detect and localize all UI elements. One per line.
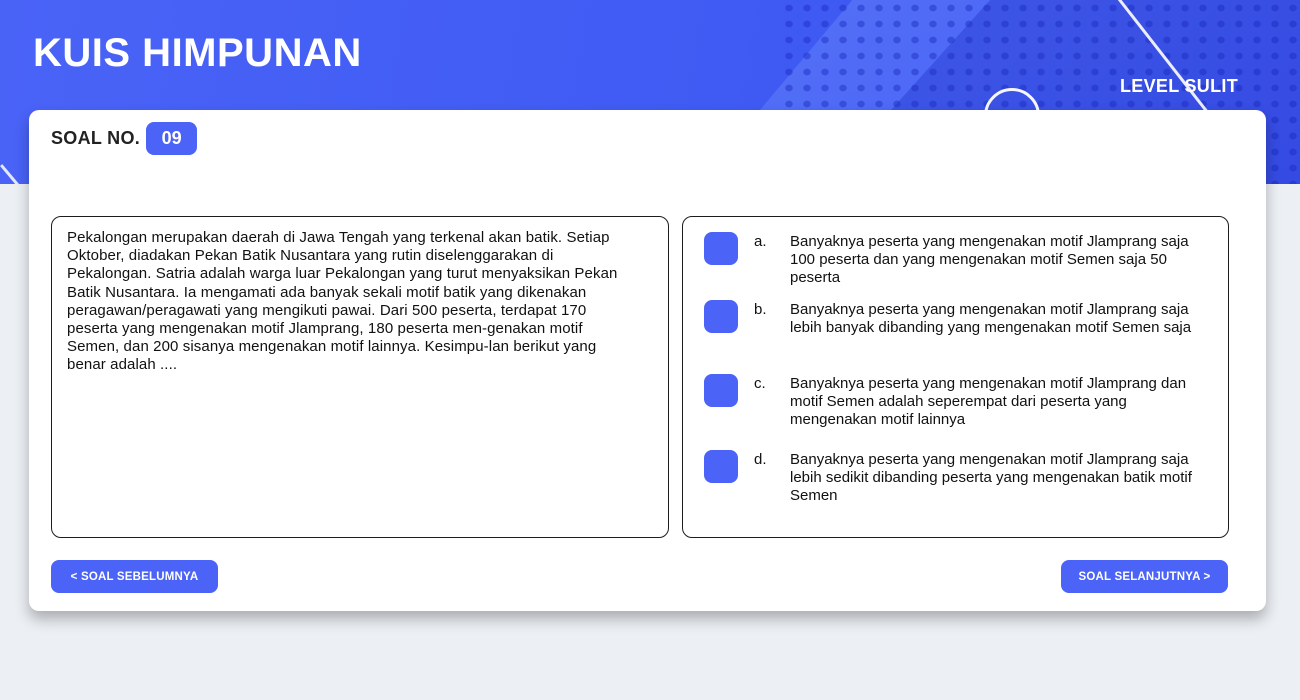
option-c-letter: c.	[754, 375, 766, 392]
header-line-decoration-left	[0, 164, 22, 184]
option-d-letter: d.	[754, 451, 767, 468]
question-number-badge: 09	[146, 122, 198, 155]
answer-options-panel: a. Banyaknya peserta yang mengenakan mot…	[682, 216, 1229, 538]
app-title: KUIS HIMPUNAN	[33, 31, 362, 75]
option-a-text: Banyaknya peserta yang mengenakan motif …	[790, 233, 1189, 286]
question-panel: Pekalongan merupakan daerah di Jawa Teng…	[51, 216, 669, 538]
option-c-select-button[interactable]	[704, 374, 738, 407]
option-b-letter: b.	[754, 301, 767, 318]
option-b-text: Banyaknya peserta yang mengenakan motif …	[790, 301, 1192, 336]
previous-question-button[interactable]: < SOAL SEBELUMNYA	[51, 560, 218, 593]
next-question-button[interactable]: SOAL SELANJUTNYA >	[1061, 560, 1228, 593]
quiz-card: SOAL NO. 09 Pekalongan merupakan daerah …	[29, 110, 1266, 611]
option-d-text: Banyaknya peserta yang mengenakan motif …	[790, 451, 1192, 504]
option-b-select-button[interactable]	[704, 300, 738, 333]
question-number-row: SOAL NO. 09	[51, 122, 198, 155]
option-a-select-button[interactable]	[704, 232, 738, 265]
difficulty-level: LEVEL SULIT	[1120, 76, 1238, 96]
option-a-letter: a.	[754, 233, 767, 250]
question-number-label: SOAL NO.	[51, 128, 141, 148]
question-text: Pekalongan merupakan daerah di Jawa Teng…	[67, 229, 618, 374]
option-d-select-button[interactable]	[704, 450, 738, 483]
option-c-text: Banyaknya peserta yang mengenakan motif …	[790, 375, 1187, 428]
